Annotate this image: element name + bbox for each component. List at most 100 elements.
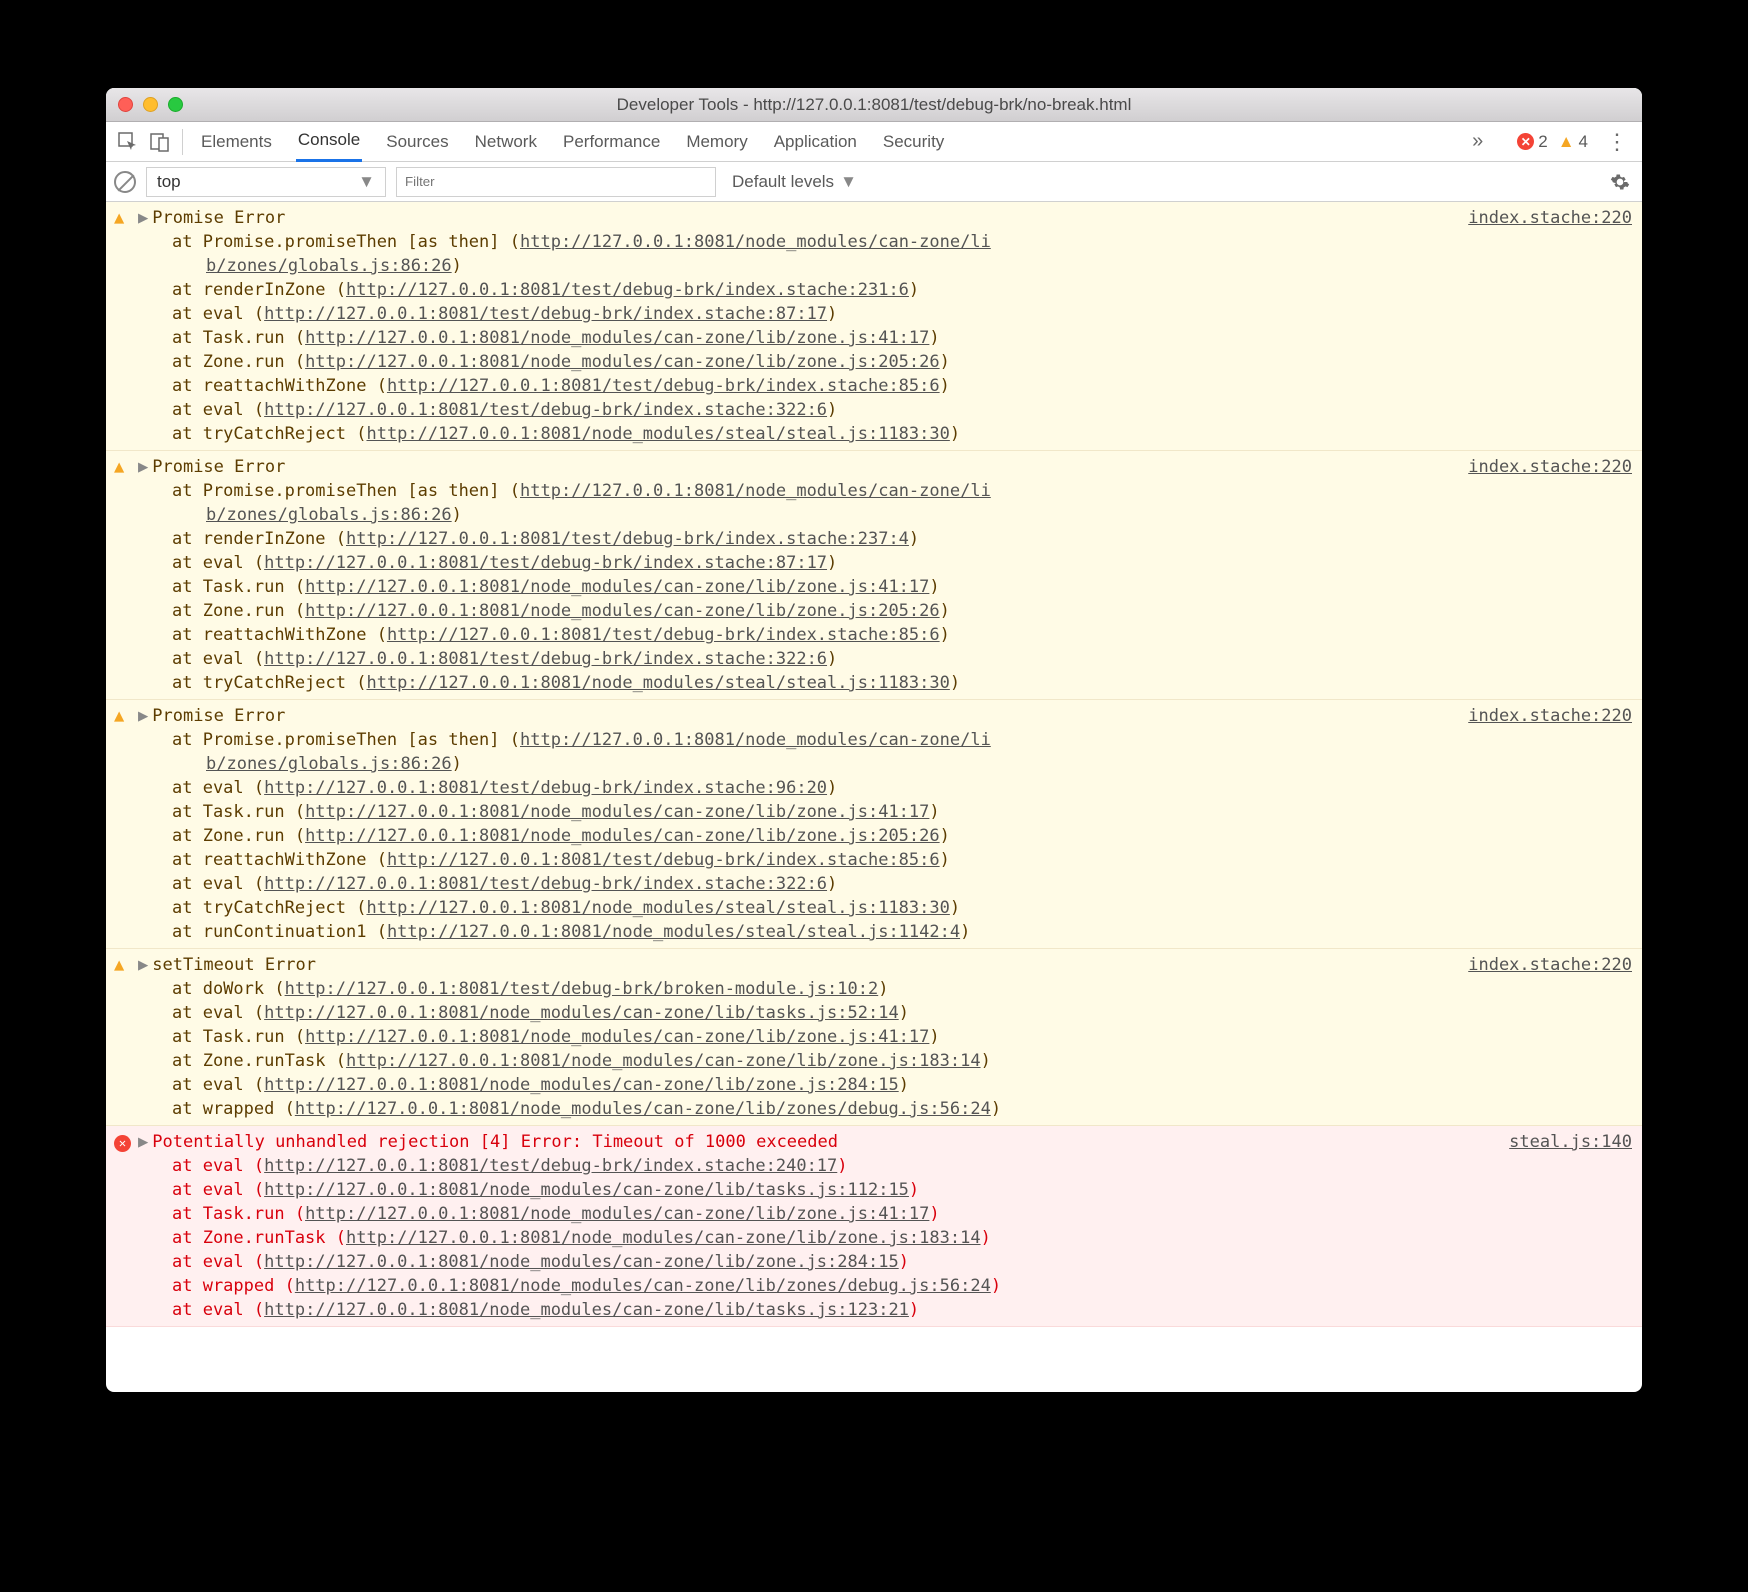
stack-frame: at eval (http://127.0.0.1:8081/node_modu… bbox=[172, 1001, 1634, 1025]
stack-link[interactable]: http://127.0.0.1:8081/test/debug-brk/ind… bbox=[346, 529, 909, 549]
stack-link[interactable]: http://127.0.0.1:8081/node_modules/can-z… bbox=[305, 328, 929, 348]
stack-link[interactable]: http://127.0.0.1:8081/test/debug-brk/ind… bbox=[264, 1156, 837, 1176]
expand-arrow-icon[interactable]: ▶ bbox=[138, 1130, 148, 1154]
error-count-badge[interactable]: ✕ 2 bbox=[1517, 132, 1547, 152]
divider bbox=[182, 129, 183, 155]
stack-link[interactable]: http://127.0.0.1:8081/node_modules/steal… bbox=[366, 898, 949, 918]
tab-memory[interactable]: Memory bbox=[684, 123, 749, 161]
stack-frame: at doWork (http://127.0.0.1:8081/test/de… bbox=[172, 977, 1634, 1001]
stack-link[interactable]: http://127.0.0.1:8081/node_modules/can-z… bbox=[264, 1252, 899, 1272]
source-link[interactable]: index.stache:220 bbox=[1468, 206, 1632, 230]
stack-link[interactable]: http://127.0.0.1:8081/test/debug-brk/ind… bbox=[387, 625, 940, 645]
stack-frame: at renderInZone (http://127.0.0.1:8081/t… bbox=[172, 278, 1634, 302]
tab-elements[interactable]: Elements bbox=[199, 123, 274, 161]
stack-frame: at Zone.runTask (http://127.0.0.1:8081/n… bbox=[172, 1226, 1634, 1250]
overflow-tabs-button[interactable]: » bbox=[1472, 130, 1483, 153]
stack-link[interactable]: http://127.0.0.1:8081/test/debug-brk/ind… bbox=[264, 649, 827, 669]
stack-link[interactable]: http://127.0.0.1:8081/node_modules/can-z… bbox=[264, 1003, 899, 1023]
devtools-window: Developer Tools - http://127.0.0.1:8081/… bbox=[106, 88, 1642, 1392]
tab-security[interactable]: Security bbox=[881, 123, 946, 161]
warn-count-text: 4 bbox=[1579, 132, 1588, 152]
window-maximize-button[interactable] bbox=[168, 97, 183, 112]
warn-count-badge[interactable]: ▲ 4 bbox=[1558, 132, 1588, 152]
stack-link[interactable]: http://127.0.0.1:8081/node_modules/can-z… bbox=[305, 1027, 929, 1047]
console-output: ▲▶Promise Errorindex.stache:220 at Promi… bbox=[106, 202, 1642, 1392]
stack-link[interactable]: http://127.0.0.1:8081/node_modules/can-z… bbox=[264, 1300, 909, 1320]
stack-link[interactable]: http://127.0.0.1:8081/test/debug-brk/ind… bbox=[264, 304, 827, 324]
stack-link[interactable]: http://127.0.0.1:8081/test/debug-brk/ind… bbox=[264, 874, 827, 894]
stack-frame: at eval (http://127.0.0.1:8081/test/debu… bbox=[172, 647, 1634, 671]
expand-arrow-icon[interactable]: ▶ bbox=[138, 206, 148, 230]
stack-link[interactable]: http://127.0.0.1:8081/node_modules/can-z… bbox=[305, 802, 929, 822]
error-count-text: 2 bbox=[1538, 132, 1547, 152]
stack-link[interactable]: http://127.0.0.1:8081/test/debug-brk/ind… bbox=[346, 280, 909, 300]
stack-link[interactable]: http://127.0.0.1:8081/node_modules/can-z… bbox=[305, 577, 929, 597]
stack-link[interactable]: http://127.0.0.1:8081/node_modules/can-z… bbox=[346, 1228, 981, 1248]
tab-network[interactable]: Network bbox=[473, 123, 539, 161]
warn-icon: ▲ bbox=[114, 208, 124, 228]
tab-console[interactable]: Console bbox=[296, 121, 362, 162]
expand-arrow-icon[interactable]: ▶ bbox=[138, 455, 148, 479]
stack-link[interactable]: http://127.0.0.1:8081/node_modules/can-z… bbox=[264, 1075, 899, 1095]
stack-frame: at Task.run (http://127.0.0.1:8081/node_… bbox=[172, 1202, 1634, 1226]
source-link[interactable]: index.stache:220 bbox=[1468, 455, 1632, 479]
settings-icon[interactable] bbox=[1610, 172, 1630, 192]
warn-icon: ▲ bbox=[1558, 132, 1575, 152]
filter-input[interactable] bbox=[396, 167, 716, 197]
stack-link[interactable]: http://127.0.0.1:8081/node_modules/can-z… bbox=[305, 601, 940, 621]
stack-frame: at eval (http://127.0.0.1:8081/test/debu… bbox=[172, 1154, 1634, 1178]
stack-frame: at eval (http://127.0.0.1:8081/node_modu… bbox=[172, 1178, 1634, 1202]
stack-link[interactable]: http://127.0.0.1:8081/node_modules/can-z… bbox=[295, 1276, 991, 1296]
chevron-down-icon: ▼ bbox=[358, 172, 375, 192]
stack-link[interactable]: http://127.0.0.1:8081/node_modules/steal… bbox=[366, 673, 949, 693]
error-icon: ✕ bbox=[114, 1135, 131, 1152]
stack-link[interactable]: http://127.0.0.1:8081/test/debug-brk/bro… bbox=[285, 979, 879, 999]
stack-link[interactable]: http://127.0.0.1:8081/test/debug-brk/ind… bbox=[387, 376, 940, 396]
more-menu-icon[interactable]: ⋮ bbox=[1598, 129, 1636, 155]
stack-frame: at eval (http://127.0.0.1:8081/test/debu… bbox=[172, 398, 1634, 422]
window-minimize-button[interactable] bbox=[143, 97, 158, 112]
stack-frame: at runContinuation1 (http://127.0.0.1:80… bbox=[172, 920, 1634, 944]
log-levels-selector[interactable]: Default levels ▼ bbox=[732, 172, 857, 192]
stack-link[interactable]: http://127.0.0.1:8081/node_modules/can-z… bbox=[295, 1099, 991, 1119]
tab-sources[interactable]: Sources bbox=[384, 123, 450, 161]
stack-frame: at reattachWithZone (http://127.0.0.1:80… bbox=[172, 848, 1634, 872]
stack-link[interactable]: http://127.0.0.1:8081/test/debug-brk/ind… bbox=[264, 553, 827, 573]
stack-link[interactable]: http://127.0.0.1:8081/node_modules/can-z… bbox=[346, 1051, 981, 1071]
tab-performance[interactable]: Performance bbox=[561, 123, 662, 161]
stack-frame: at Task.run (http://127.0.0.1:8081/node_… bbox=[172, 575, 1634, 599]
device-toggle-icon[interactable] bbox=[144, 126, 176, 158]
source-link[interactable]: index.stache:220 bbox=[1468, 704, 1632, 728]
window-close-button[interactable] bbox=[118, 97, 133, 112]
titlebar: Developer Tools - http://127.0.0.1:8081/… bbox=[106, 88, 1642, 122]
stack-frame: at eval (http://127.0.0.1:8081/test/debu… bbox=[172, 302, 1634, 326]
panel-tabs: Elements Console Sources Network Performance… bbox=[199, 121, 946, 162]
window-controls bbox=[118, 97, 183, 112]
context-selector[interactable]: top ▼ bbox=[146, 167, 386, 197]
stack-link[interactable]: http://127.0.0.1:8081/node_modules/can-z… bbox=[305, 1204, 929, 1224]
stack-frame: at Zone.run (http://127.0.0.1:8081/node_… bbox=[172, 599, 1634, 623]
stack-link[interactable]: http://127.0.0.1:8081/node_modules/steal… bbox=[387, 922, 960, 942]
context-label: top bbox=[157, 172, 181, 192]
stack-link[interactable]: http://127.0.0.1:8081/test/debug-brk/ind… bbox=[264, 400, 827, 420]
source-link[interactable]: steal.js:140 bbox=[1509, 1130, 1632, 1154]
inspect-element-icon[interactable] bbox=[112, 126, 144, 158]
stack-frame: at Zone.run (http://127.0.0.1:8081/node_… bbox=[172, 824, 1634, 848]
stack-link[interactable]: http://127.0.0.1:8081/node_modules/can-z… bbox=[305, 826, 940, 846]
tab-application[interactable]: Application bbox=[772, 123, 859, 161]
console-toolbar: top ▼ Default levels ▼ bbox=[106, 162, 1642, 202]
stack-link[interactable]: http://127.0.0.1:8081/node_modules/can-z… bbox=[305, 352, 940, 372]
stack-frame: at eval (http://127.0.0.1:8081/test/debu… bbox=[172, 551, 1634, 575]
clear-console-icon[interactable] bbox=[114, 171, 136, 193]
stack-link[interactable]: http://127.0.0.1:8081/node_modules/can-z… bbox=[264, 1180, 909, 1200]
expand-arrow-icon[interactable]: ▶ bbox=[138, 953, 148, 977]
main-toolbar: Elements Console Sources Network Performance… bbox=[106, 122, 1642, 162]
window-title: Developer Tools - http://127.0.0.1:8081/… bbox=[116, 95, 1632, 115]
stack-link[interactable]: http://127.0.0.1:8081/test/debug-brk/ind… bbox=[264, 778, 827, 798]
source-link[interactable]: index.stache:220 bbox=[1468, 953, 1632, 977]
expand-arrow-icon[interactable]: ▶ bbox=[138, 704, 148, 728]
stack-link[interactable]: http://127.0.0.1:8081/test/debug-brk/ind… bbox=[387, 850, 940, 870]
stack-link[interactable]: http://127.0.0.1:8081/node_modules/steal… bbox=[366, 424, 949, 444]
console-entry: ▲▶Promise Errorindex.stache:220 at Promi… bbox=[106, 700, 1642, 949]
stack-frame: at tryCatchReject (http://127.0.0.1:8081… bbox=[172, 896, 1634, 920]
